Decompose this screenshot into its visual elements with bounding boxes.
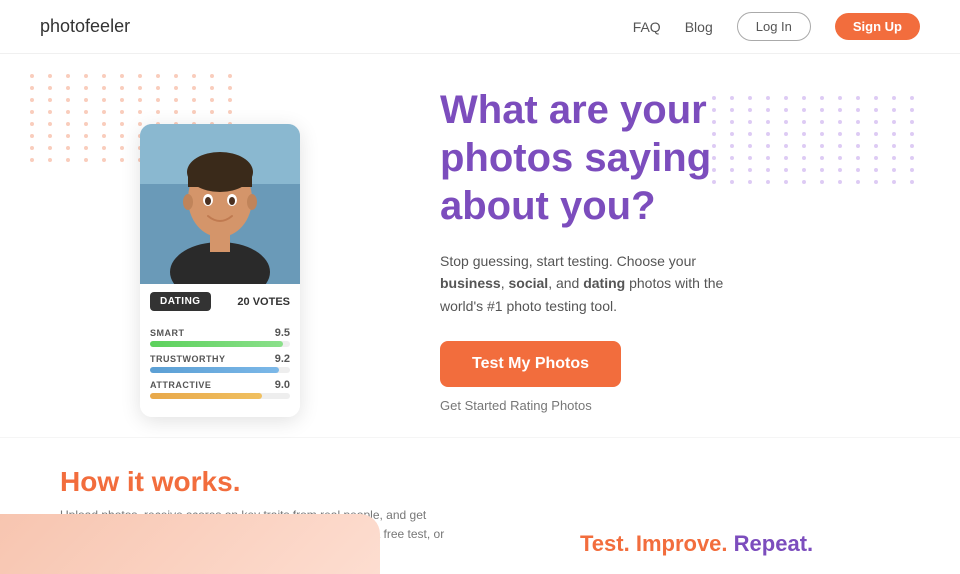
photo-card: DATING 20 VOTES SMART 9.5	[140, 124, 300, 417]
blog-link[interactable]: Blog	[685, 19, 713, 35]
bold-social: social	[508, 275, 548, 291]
nav-links: FAQ Blog Log In Sign Up	[633, 12, 920, 41]
bar-smart-fill	[150, 341, 283, 347]
bar-attractive-score: 9.0	[275, 379, 290, 391]
tagline-part1: Test. Improve.	[580, 531, 728, 556]
bold-business: business	[440, 275, 501, 291]
dot-grid-purple: (function(){ const g = document.currentS…	[712, 96, 920, 184]
tagline-part2: Repeat.	[734, 531, 813, 556]
votes-count: 20	[237, 296, 249, 308]
logo: photofeeler	[40, 16, 130, 37]
bar-trustworthy: TRUSTWORTHY 9.2	[150, 353, 290, 373]
hero-left: (function(){ const g = document.currentS…	[60, 84, 380, 417]
hero-desc: Stop guessing, start testing. Choose you…	[440, 250, 760, 317]
headline-line1: What are your	[440, 88, 707, 132]
bar-attractive-fill	[150, 393, 262, 399]
bar-attractive-track	[150, 393, 290, 399]
votes-suffix: VOTES	[253, 296, 290, 308]
bar-attractive: ATTRACTIVE 9.0	[150, 379, 290, 399]
cta-area: Test My Photos Get Started Rating Photos	[440, 341, 900, 415]
bar-smart: SMART 9.5	[150, 327, 290, 347]
bottom-pink-bar	[0, 514, 380, 574]
tab-dating: DATING	[150, 292, 211, 311]
bars-section: SMART 9.5 TRUSTWORTHY 9.2	[140, 319, 300, 417]
bar-trustworthy-fill	[150, 367, 279, 373]
bold-dating: dating	[583, 275, 625, 291]
test-my-photos-button[interactable]: Test My Photos	[440, 341, 621, 387]
hero-right: What are your photos saying about you? S…	[380, 86, 900, 415]
bar-trustworthy-track	[150, 367, 290, 373]
bar-attractive-label: ATTRACTIVE	[150, 380, 211, 390]
profile-photo	[140, 124, 300, 284]
photo-tabs: DATING 20 VOTES	[140, 284, 300, 319]
bar-smart-label: SMART	[150, 328, 185, 338]
bar-smart-track	[150, 341, 290, 347]
bottom-strip: Test. Improve. Repeat.	[0, 514, 960, 574]
signup-button[interactable]: Sign Up	[835, 13, 920, 40]
faq-link[interactable]: FAQ	[633, 19, 661, 35]
headline-line2: photos saying	[440, 136, 711, 180]
bottom-tagline: Test. Improve. Repeat.	[380, 531, 813, 557]
bar-smart-score: 9.5	[275, 327, 290, 339]
votes-label: 20 VOTES	[237, 296, 290, 308]
headline-line3: about you?	[440, 184, 656, 228]
get-started-label: Get Started Rating Photos	[440, 398, 592, 413]
how-section: How it works. Upload photos, receive sco…	[0, 437, 960, 574]
how-title: How it works.	[60, 466, 900, 498]
hero-section: (function(){ const g = document.currentS…	[0, 54, 960, 437]
bar-trustworthy-score: 9.2	[275, 353, 290, 365]
login-button[interactable]: Log In	[737, 12, 811, 41]
bar-trustworthy-label: TRUSTWORTHY	[150, 354, 226, 364]
